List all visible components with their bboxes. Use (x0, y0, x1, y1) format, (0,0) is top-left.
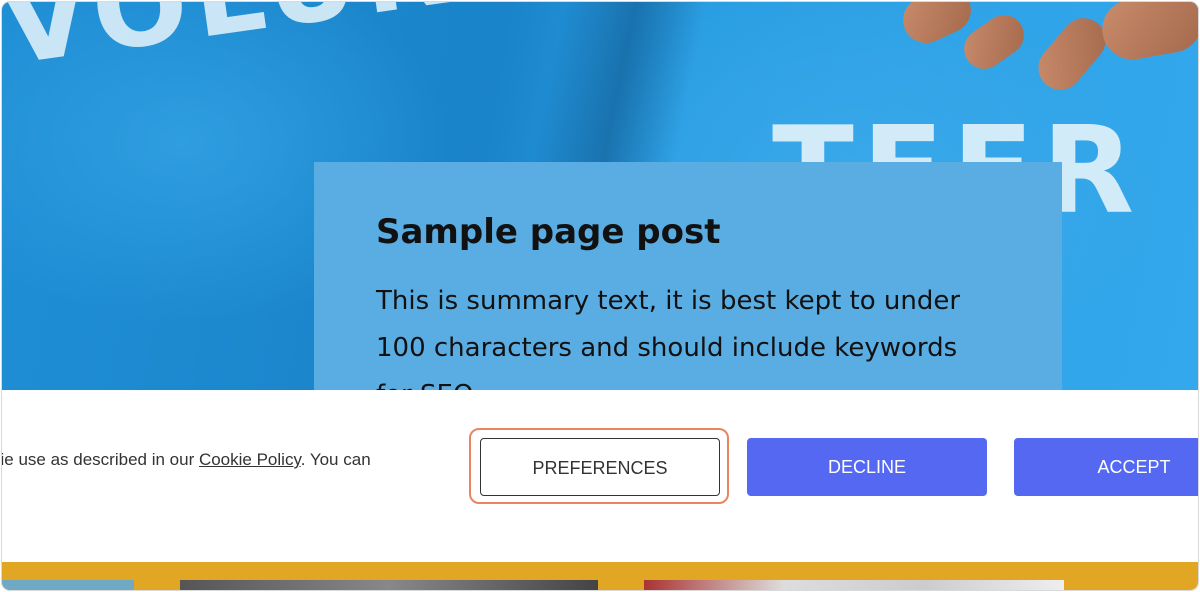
cookie-message: kie use as described in our Cookie Polic… (2, 450, 371, 470)
cookie-message-start: kie use as described in our (2, 450, 199, 469)
finger-4 (1097, 2, 1198, 65)
thumbnail-3[interactable] (644, 580, 1064, 590)
cookie-banner: kie use as described in our Cookie Polic… (2, 390, 1198, 562)
content-strip (2, 562, 1198, 590)
decline-button[interactable]: DECLINE (747, 438, 987, 496)
post-card[interactable]: Sample page post This is summary text, i… (314, 162, 1062, 410)
accept-button[interactable]: ACCEPT (1014, 438, 1198, 496)
browser-frame: VOLUNTEER TEER Sample page post This is … (2, 2, 1198, 590)
cookie-message-end: . You can (300, 450, 371, 469)
cookie-policy-link[interactable]: Cookie Policy (199, 450, 301, 469)
thumbnail-1[interactable] (2, 580, 134, 590)
preferences-button[interactable]: PREFERENCES (480, 438, 720, 496)
thumbnail-2[interactable] (180, 580, 598, 590)
post-title: Sample page post (376, 212, 721, 252)
